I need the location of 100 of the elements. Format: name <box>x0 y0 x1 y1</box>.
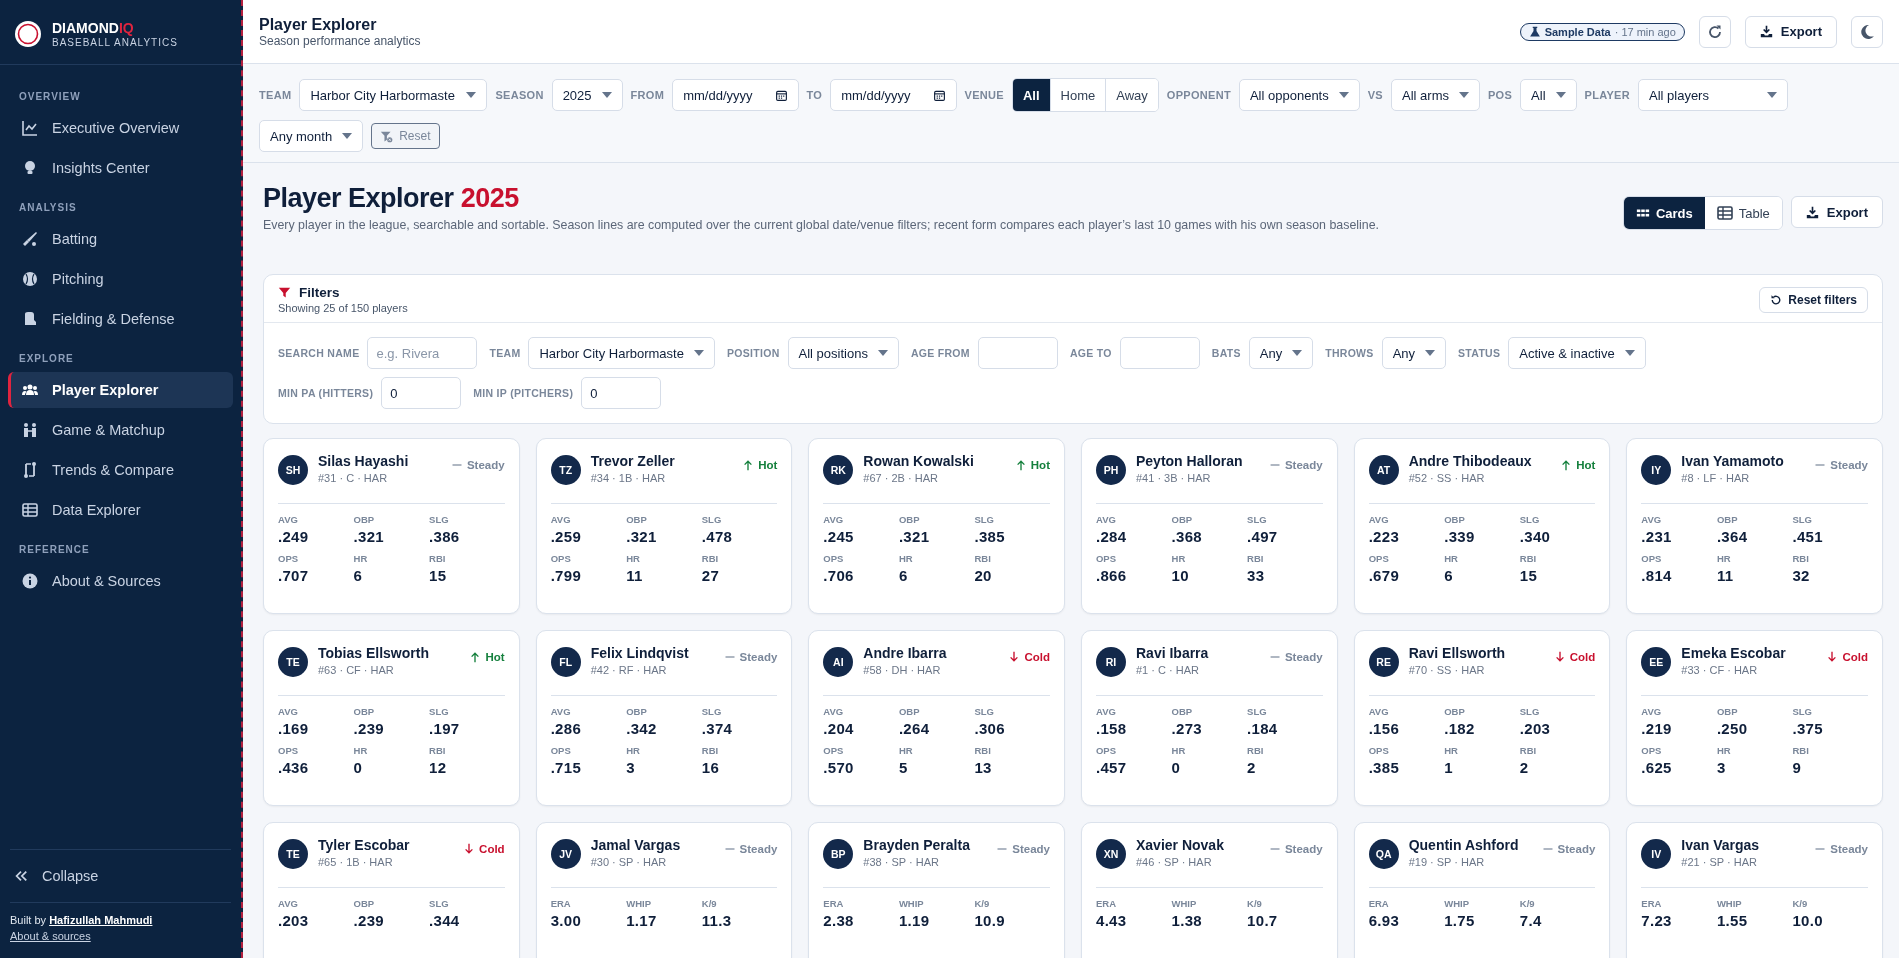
filter-dropdown[interactable]: Harbor City Harbormaste <box>299 79 488 111</box>
filter-dropdown[interactable]: Any month <box>259 120 364 152</box>
table-icon <box>22 502 38 518</box>
player-card[interactable]: JV Jamal Vargas #30 · SP · HAR Steady ERA 3.00 WHIP 1.17 K/9 11.3 <box>535 822 793 958</box>
venue-option[interactable]: Home <box>1050 79 1107 111</box>
player-card[interactable]: IY Ivan Yamamoto #8 · LF · HAR Steady AVG .231 OBP .364 SLG .451 OPS .814 HR 11 RBI 32 <box>1626 438 1883 614</box>
stat-label: RBI <box>701 745 720 756</box>
stat-value: .625 <box>1641 759 1673 776</box>
venue-option[interactable]: Away <box>1106 79 1158 111</box>
nav-item[interactable]: Player Explorer <box>8 372 233 408</box>
player-card[interactable]: AT Andre Thibodeaux #52 · SS · HAR Hot AVG .223 OBP .339 SLG .340 OPS .679 HR 6 RBI 15 <box>1353 438 1611 614</box>
filter-dropdown[interactable]: All opponents <box>1238 79 1360 111</box>
stat-label: HR <box>1716 745 1732 756</box>
player-name: Tyler Escobar <box>318 837 411 853</box>
reset-filters-button[interactable]: Reset filters <box>1759 286 1868 313</box>
filter-input[interactable] <box>1119 337 1200 369</box>
stat-value: 12 <box>429 759 448 776</box>
player-card[interactable]: QA Quentin Ashford #19 · SP · HAR Steady ERA 6.93 WHIP 1.75 K/9 7.4 <box>1353 822 1611 958</box>
player-card[interactable]: XN Xavier Novak #46 · SP · HAR Steady ERA 4.43 WHIP 1.38 K/9 10.7 <box>1081 822 1338 958</box>
filter-input[interactable]: e.g. Rivera <box>367 337 478 369</box>
player-card[interactable]: TE Tyler Escobar #65 · 1B · HAR Cold AVG .203 OBP .239 SLG .344 <box>263 822 520 958</box>
filter-input[interactable] <box>977 337 1058 369</box>
double-chevron-left-icon <box>14 869 28 884</box>
author-link[interactable]: Hafizullah Mahmudi <box>49 914 153 927</box>
avatar: JV <box>550 839 581 869</box>
stat-value: .344 <box>429 912 461 929</box>
stat-label: OPS <box>1641 745 1663 756</box>
stat-label: OPS <box>278 745 300 756</box>
stat-label: RBI <box>429 553 447 564</box>
nav-item[interactable]: Game & Matchup <box>8 412 233 448</box>
player-card[interactable]: TE Tobias Ellsworth #63 · CF · HAR Hot AVG .169 OBP .239 SLG .197 OPS .436 HR 0 RBI 12 <box>263 630 520 806</box>
player-card[interactable]: EE Emeka Escobar #33 · CF · HAR Cold AVG .219 OBP .250 SLG .375 OPS .625 HR 3 RBI 9 <box>1626 630 1883 806</box>
filters-title: Filters <box>299 285 340 300</box>
nav-item[interactable]: Fielding & Defense <box>8 301 233 337</box>
filter-input[interactable]: 0 <box>381 377 462 409</box>
stat-value: 9 <box>1792 759 1803 776</box>
player-card[interactable]: IV Ivan Vargas #21 · SP · HAR Steady ERA 7.23 WHIP 1.55 K/9 10.0 <box>1626 822 1883 958</box>
filter-dropdown[interactable]: 2025 <box>551 79 623 111</box>
filter-dropdown[interactable]: All arms <box>1391 79 1480 111</box>
nav-item[interactable]: Batting <box>8 221 233 257</box>
player-card[interactable]: PH Peyton Halloran #41 · 3B · HAR Steady AVG .284 OBP .368 SLG .497 OPS .866 HR 10 RBI 33 <box>1081 438 1338 614</box>
player-card[interactable]: RK Rowan Kowalski #67 · 2B · HAR Hot AVG .245 OBP .321 SLG .385 OPS .706 HR 6 RBI 20 <box>808 438 1065 614</box>
calendar-icon <box>932 88 946 102</box>
stat-label: AVG <box>1368 706 1390 717</box>
player-name: Trevor Zeller <box>590 453 676 469</box>
stat-label: AVG <box>1641 514 1663 525</box>
filter-label: MIN IP (PITCHERS) <box>473 387 574 399</box>
about-link[interactable]: About & sources <box>10 929 91 942</box>
venue-option[interactable]: All <box>1012 79 1051 111</box>
filter-dropdown[interactable]: Harbor City Harbormaste <box>528 337 715 369</box>
filter-input[interactable]: 0 <box>581 377 662 409</box>
nav-item[interactable]: Insights Center <box>8 150 233 186</box>
filter-dropdown[interactable]: All positions <box>787 337 899 369</box>
down-arrow-icon <box>1826 651 1839 663</box>
collapse-button[interactable]: Collapse <box>0 850 241 903</box>
stat-value: 6 <box>353 567 364 584</box>
stat-label: ERA <box>1096 898 1118 909</box>
player-card[interactable]: AI Andre Ibarra #58 · DH · HAR Cold AVG .204 OBP .264 SLG .306 OPS .570 HR 5 RBI 13 <box>808 630 1065 806</box>
filter-dropdown[interactable]: All <box>1520 79 1577 111</box>
player-card[interactable]: RE Ravi Ellsworth #70 · SS · HAR Cold AVG .156 OBP .182 SLG .203 OPS .385 HR 1 RBI 2 <box>1353 630 1611 806</box>
player-name: Felix Lindqvist <box>590 645 690 661</box>
brand-tagline: BASEBALL ANALYTICS <box>52 36 178 48</box>
player-card[interactable]: RI Ravi Ibarra #1 · C · HAR Steady AVG .158 OBP .273 SLG .184 OPS .457 HR 0 RBI 2 <box>1081 630 1338 806</box>
stat-label: RBI <box>974 553 992 564</box>
filter-dropdown[interactable]: Any <box>1248 337 1314 369</box>
export-button[interactable]: Export <box>1744 15 1837 48</box>
player-card[interactable]: SH Silas Hayashi #31 · C · HAR Steady AVG .249 OBP .321 SLG .386 OPS .707 HR 6 RBI 15 <box>263 438 520 614</box>
theme-toggle-button[interactable] <box>1851 15 1883 48</box>
export-button[interactable]: Export <box>1790 196 1883 228</box>
filter-label: OPPONENT <box>1166 89 1231 101</box>
player-name: Silas Hayashi <box>318 453 410 469</box>
avatar: TZ <box>550 455 581 485</box>
stat-value: .342 <box>626 720 658 737</box>
nav-item[interactable]: Executive Overview <box>8 110 233 146</box>
player-card[interactable]: BP Brayden Peralta #38 · SP · HAR Steady ERA 2.38 WHIP 1.19 K/9 10.9 <box>808 822 1065 958</box>
view-toggle[interactable]: Cards <box>1623 197 1705 229</box>
filter-dropdown[interactable]: Any <box>1381 337 1447 369</box>
avatar: SH <box>278 455 308 485</box>
nav-item[interactable]: Trends & Compare <box>8 452 233 488</box>
calendar-icon <box>774 88 788 102</box>
player-meta: #8 · LF · HAR <box>1681 472 1751 484</box>
nav-item[interactable]: About & Sources <box>8 563 233 599</box>
filter-dropdown[interactable]: All players <box>1638 79 1788 111</box>
stat-value: 11 <box>1716 567 1735 584</box>
date-field[interactable]: mm/dd/yyyy <box>830 79 957 111</box>
stat-label: ERA <box>823 898 845 909</box>
filter-dropdown[interactable]: Active & inactive <box>1508 337 1646 369</box>
nav-item[interactable]: Data Explorer <box>8 492 233 528</box>
stat-label: AVG <box>278 514 299 525</box>
player-card[interactable]: TZ Trevor Zeller #34 · 1B · HAR Hot AVG .259 OBP .321 SLG .478 OPS .799 HR 11 RBI 27 <box>535 438 793 614</box>
refresh-button[interactable] <box>1698 15 1731 48</box>
stat-value: 10.7 <box>1247 912 1279 929</box>
stat-label: HR <box>1444 553 1459 564</box>
download-icon <box>1759 25 1773 38</box>
nav-item[interactable]: Pitching <box>8 261 233 297</box>
trend-label: Cold <box>1024 651 1050 663</box>
player-card[interactable]: FL Felix Lindqvist #42 · RF · HAR Steady AVG .286 OBP .342 SLG .374 OPS .715 HR 3 RBI 16 <box>535 630 793 806</box>
player-meta: #21 · SP · HAR <box>1681 856 1758 868</box>
date-field[interactable]: mm/dd/yyyy <box>672 79 799 111</box>
stat-label: OBP <box>353 706 376 717</box>
